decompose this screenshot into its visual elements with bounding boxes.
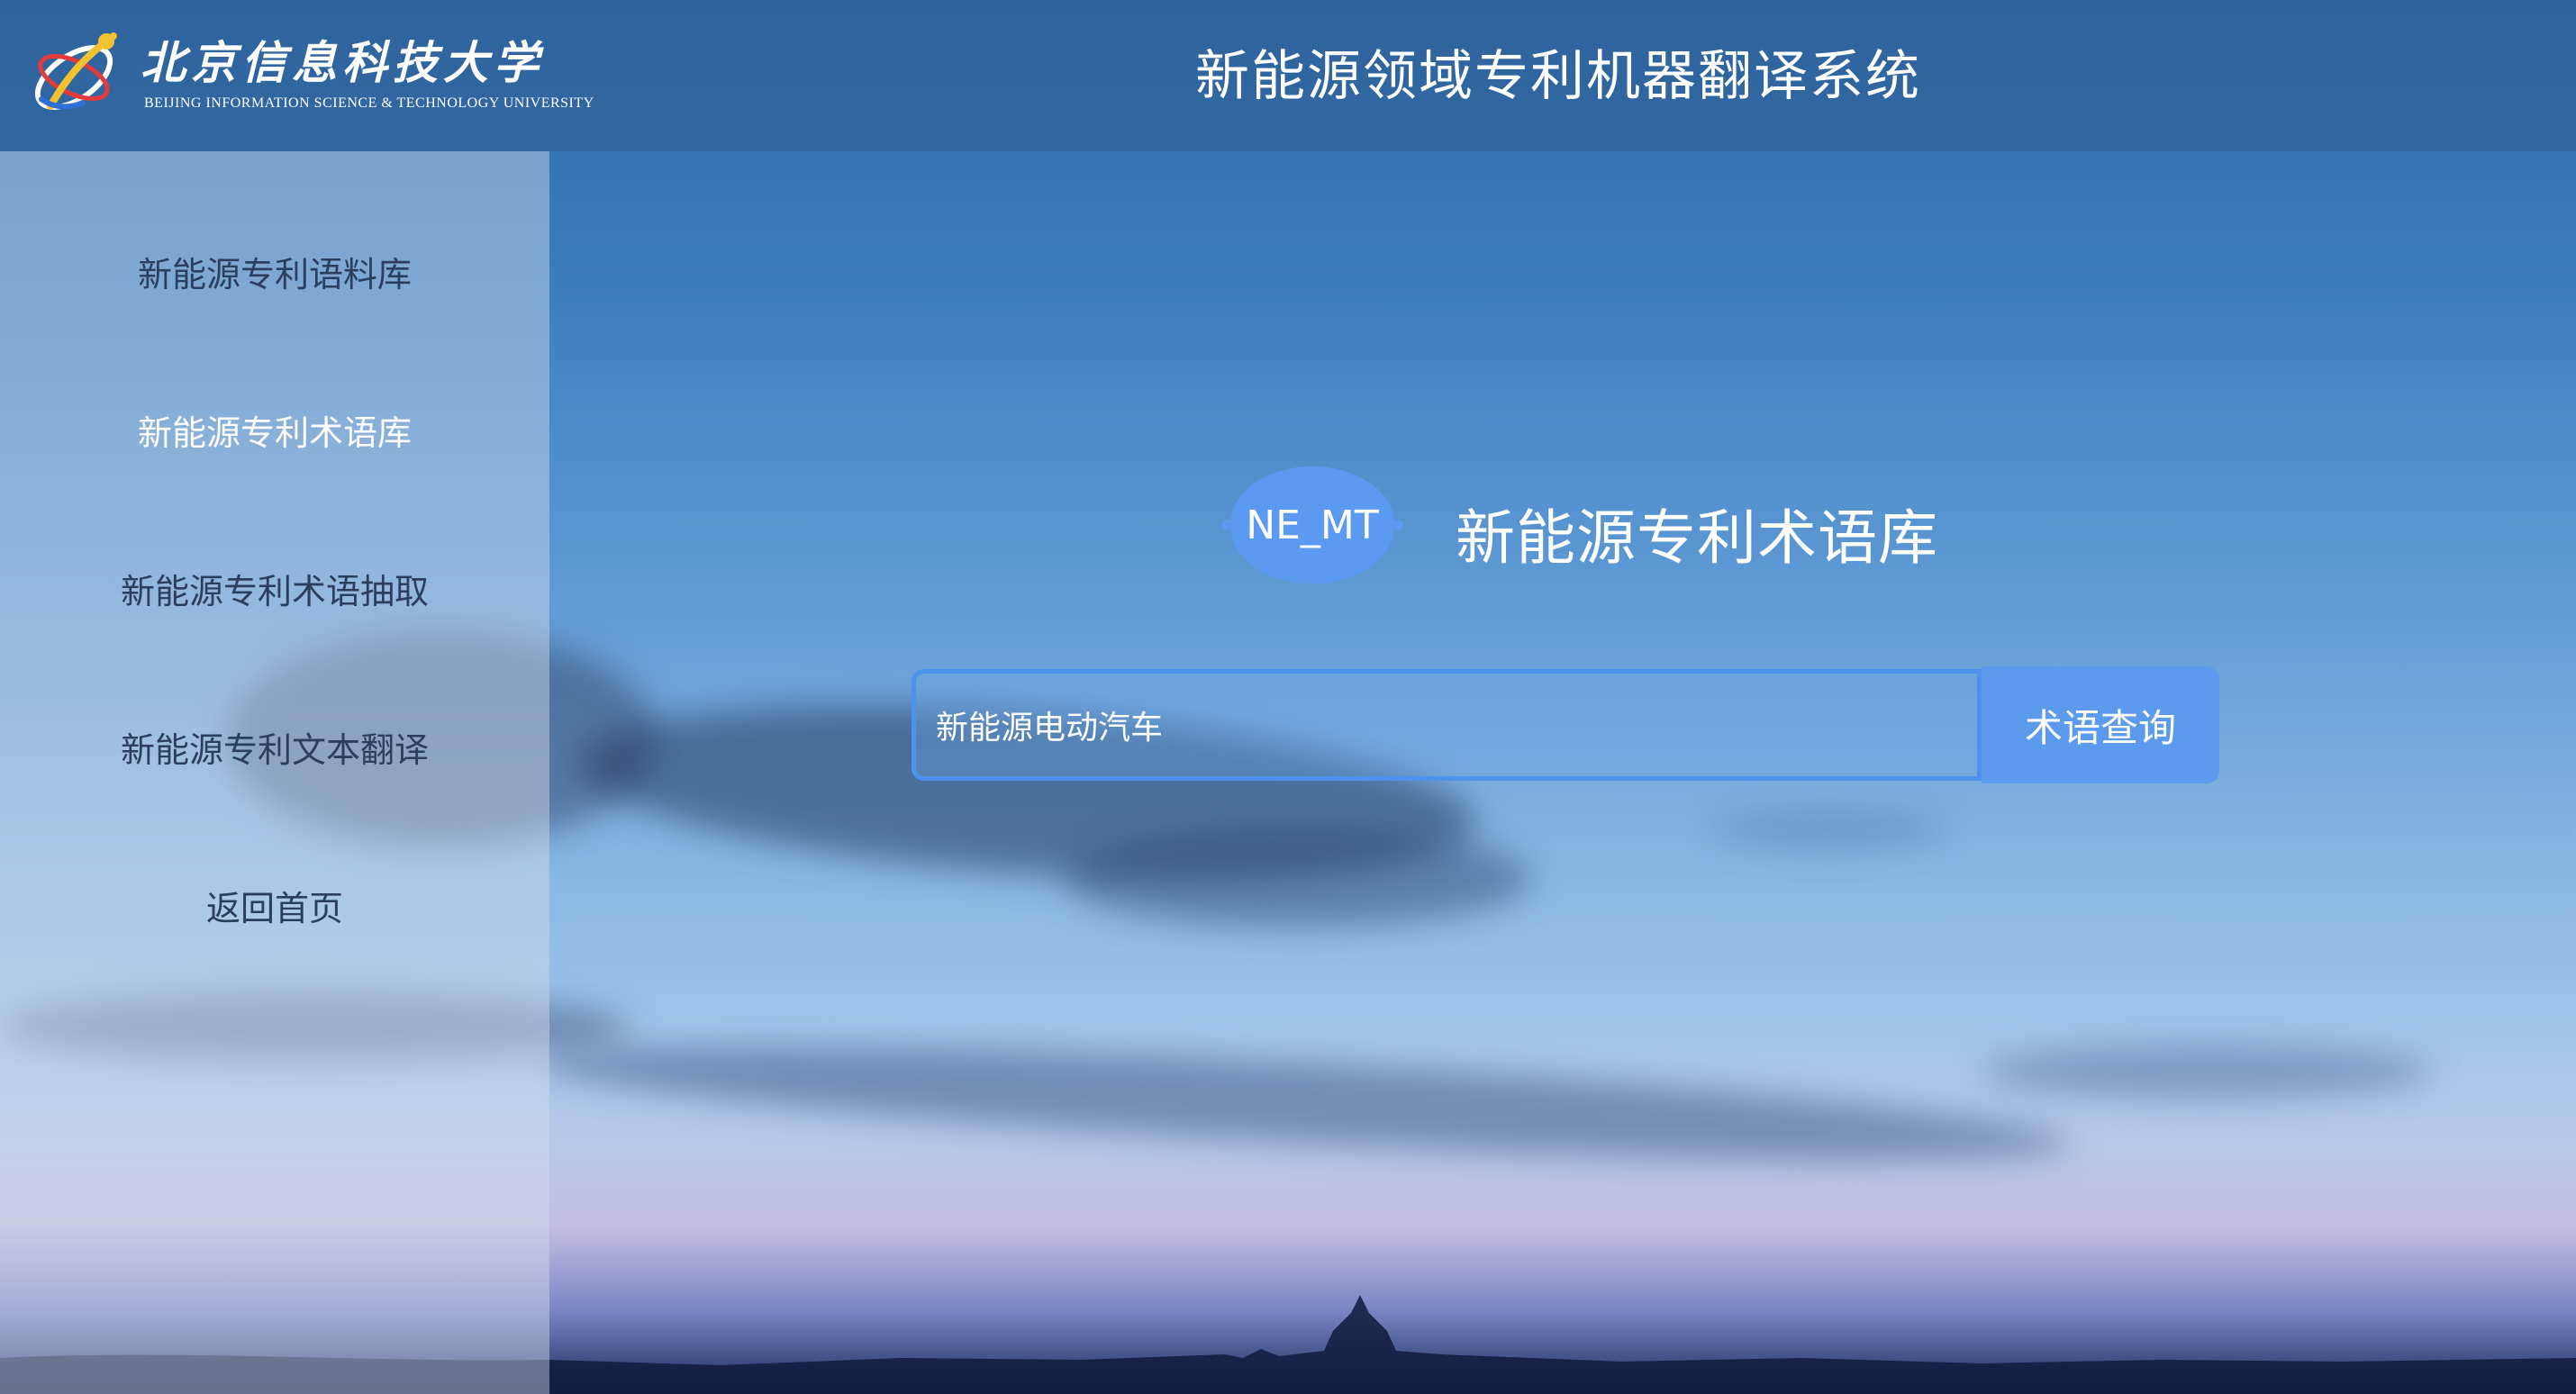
search-input[interactable] bbox=[912, 669, 1982, 781]
sidebar: 新能源专利语料库 新能源专利术语库 新能源专利术语抽取 新能源专利文本翻译 返回… bbox=[0, 151, 549, 1394]
sidebar-item-translation[interactable]: 新能源专利文本翻译 bbox=[0, 722, 549, 772]
cloud-decoration bbox=[1711, 810, 1946, 846]
sidebar-item-corpus[interactable]: 新能源专利语料库 bbox=[0, 247, 549, 296]
university-logo[interactable]: 北京信息科技大学 BEIJING INFORMATION SCIENCE & T… bbox=[23, 20, 594, 128]
sidebar-item-term-extraction[interactable]: 新能源专利术语抽取 bbox=[0, 564, 549, 613]
brand-badge: NE_MT bbox=[1218, 459, 1407, 591]
university-name-cn: 北京信息科技大学 bbox=[141, 36, 544, 89]
page-title: 新能源专利术语库 bbox=[1456, 503, 1938, 573]
sidebar-item-terminology[interactable]: 新能源专利术语库 bbox=[0, 405, 549, 455]
term-query-button[interactable]: 术语查询 bbox=[1982, 666, 2219, 783]
app-title: 新能源领域专利机器翻译系统 bbox=[1195, 45, 1921, 108]
sidebar-item-home[interactable]: 返回首页 bbox=[0, 881, 549, 930]
top-header: 北京信息科技大学 BEIJING INFORMATION SCIENCE & T… bbox=[0, 0, 2576, 151]
university-logo-icon bbox=[34, 32, 117, 110]
badge-text: NE_MT bbox=[1246, 502, 1379, 548]
search-bar: 术语查询 bbox=[912, 666, 2219, 785]
cloud-decoration bbox=[539, 1022, 2073, 1184]
cloud-decoration bbox=[1982, 1045, 2432, 1099]
cloud-decoration bbox=[1063, 828, 1531, 928]
university-name-en: BEIJING INFORMATION SCIENCE & TECHNOLOGY… bbox=[144, 95, 594, 111]
